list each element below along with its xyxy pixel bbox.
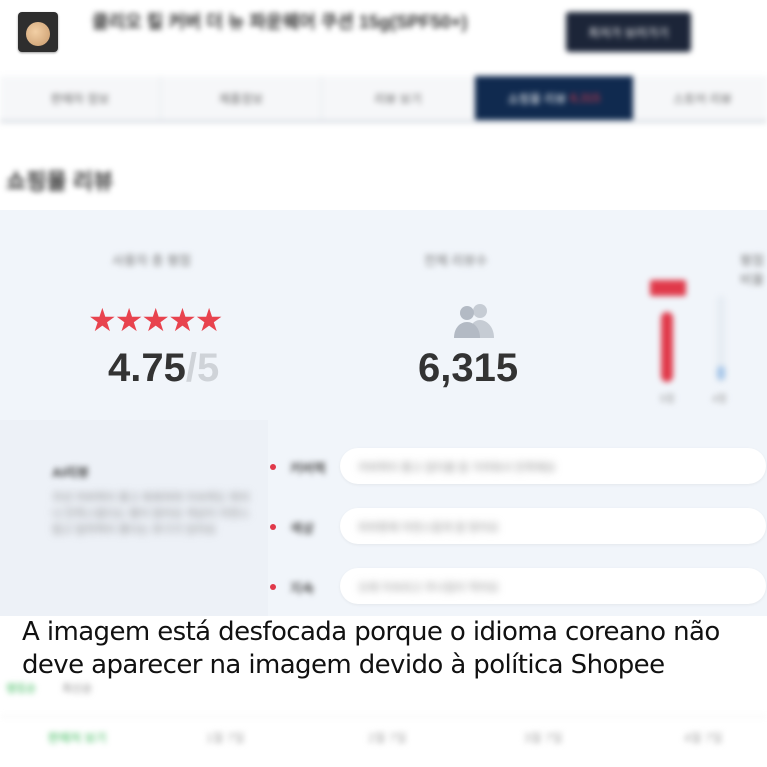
summary-row: 지속 오래 지속되고 무너짐이 적어요 xyxy=(266,564,767,610)
section-title: 쇼핑몰 리뷰 xyxy=(6,169,114,194)
table-cell: 4월 7일 xyxy=(684,731,723,745)
table-cell: 3월 7일 xyxy=(524,731,563,745)
rating-label: 사용자 총 평점 xyxy=(112,253,191,268)
summary-row-key: 커버력 xyxy=(290,461,326,476)
summary-row-key: 색상 xyxy=(290,521,314,536)
summary-row-key: 지속 xyxy=(290,581,314,596)
tab-mall-reviews[interactable]: 쇼핑몰 리뷰 6,315 xyxy=(475,76,634,120)
buy-button[interactable]: 최저가 보러가기 xyxy=(566,12,691,52)
distribution-bar-5 xyxy=(661,312,673,382)
distribution-label-4: 4점 xyxy=(712,394,727,405)
count-label: 전체 리뷰수 xyxy=(424,253,488,268)
product-thumbnail[interactable] xyxy=(18,12,58,52)
summary-row-pill[interactable]: 오래 지속되고 무너짐이 적어요 xyxy=(340,568,766,604)
sort-tab-latest[interactable]: 최신순 xyxy=(62,680,92,696)
bullet-icon xyxy=(270,584,276,590)
rating-value: 4.75/5 xyxy=(108,346,220,390)
sort-tab-ranking[interactable]: 랭킹순 xyxy=(6,680,36,696)
tab-product-info[interactable]: 제품정보 xyxy=(161,76,322,120)
review-count: 6,315 xyxy=(418,346,519,390)
summary-text: 쿠션 커버력이 좋고 촉촉하며 지속력도 뛰어나 만족스럽다는 평이 많아요 색… xyxy=(52,492,250,536)
summary-heading: AI리뷰 xyxy=(52,465,89,480)
distribution-label: 평점비율 xyxy=(740,253,764,287)
product-header: 클리오 킬 커버 더 뉴 파운웨어 쿠션 15g(SPF50+) 최저가 보러가… xyxy=(0,0,767,75)
tab-seller[interactable]: 판매자 정보 xyxy=(0,76,161,120)
people-icon xyxy=(454,304,494,338)
distribution-bar-4 xyxy=(717,366,725,380)
tab-store-reviews[interactable]: 스토어 리뷰 xyxy=(634,76,767,120)
bullet-icon xyxy=(270,464,276,470)
summary-row-pill[interactable]: 커버력이 좋고 잡티를 잘 가려줘서 만족해요 xyxy=(340,448,766,484)
caption-line-1: A imagem está desfocada porque o idioma … xyxy=(22,617,720,647)
bullet-icon xyxy=(270,524,276,530)
tab-badge: 6,315 xyxy=(570,91,601,105)
table-cell: 2월 7일 xyxy=(368,731,407,745)
product-title[interactable]: 클리오 킬 커버 더 뉴 파운웨어 쿠션 15g(SPF50+) xyxy=(92,8,532,34)
sort-tabs: 랭킹순 최신순 xyxy=(0,676,767,698)
distribution-label-5: 5점 xyxy=(660,394,675,405)
tab-bar: 판매자 정보 제품정보 리뷰 보기 쇼핑몰 리뷰 6,315 스토어 리뷰 xyxy=(0,76,767,123)
distribution-tag xyxy=(650,280,686,296)
star-rating: ★★★★★ xyxy=(88,302,223,338)
tab-reviews[interactable]: 리뷰 보기 xyxy=(322,76,475,120)
summary-row-pill[interactable]: 피부톤에 자연스럽게 잘 맞아요 xyxy=(340,508,766,544)
table-cell: 1월 7일 xyxy=(206,731,245,745)
caption-text: A imagem está desfocada porque o idioma … xyxy=(22,616,720,682)
summary-row: 색상 피부톤에 자연스럽게 잘 맞아요 xyxy=(266,504,767,550)
table-row: 판매처 보기 1월 7일 2월 7일 3월 7일 4월 7일 xyxy=(0,716,767,757)
table-cell[interactable]: 판매처 보기 xyxy=(48,729,107,746)
summary-row: 커버력 커버력이 좋고 잡티를 잘 가려줘서 만족해요 xyxy=(266,444,767,490)
